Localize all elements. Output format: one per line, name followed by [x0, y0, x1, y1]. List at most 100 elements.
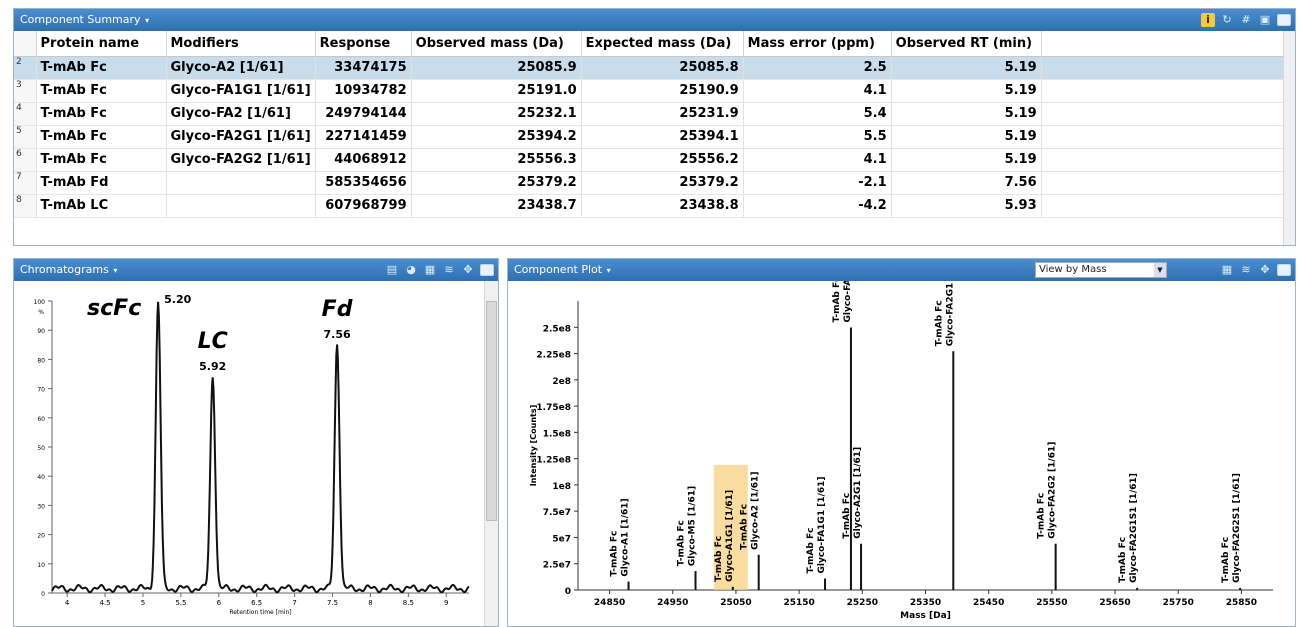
cell-filler: [1041, 56, 1295, 80]
peak-label: T-mAb Fc Glyco-FA1G1 [1/61]: [806, 476, 827, 573]
export-icon[interactable]: ▣: [1258, 13, 1272, 27]
x-tick-label: 25250: [847, 598, 878, 608]
peak-modifier-label: Glyco-A2 [1/61]: [751, 472, 761, 550]
cell-filler: [1041, 171, 1295, 195]
peak-modifier-label: Glyco-FA2G2S1 [1/61]: [1232, 473, 1242, 583]
chrom-minimize-button[interactable]: [480, 264, 494, 276]
column-header-1[interactable]: Modifiers: [166, 31, 316, 57]
column-header-6[interactable]: Observed RT (min): [891, 31, 1042, 57]
cell-protein: T-mAb Fc: [36, 125, 167, 149]
cell-err: -2.1: [743, 171, 892, 195]
column-header-0[interactable]: Protein name: [36, 31, 167, 57]
table-row[interactable]: 8 T-mAb LC 607968799 23438.7 23438.8 -4.2 5.93: [14, 194, 1295, 218]
peak-rt-label: 7.56: [324, 328, 351, 341]
peak-protein-label: T-mAb Fc: [740, 504, 750, 550]
table-row[interactable]: 6 T-mAb Fc Glyco-FA2G2 [1/61] 44068912 25556…: [14, 148, 1295, 172]
cell-protein: T-mAb LC: [36, 194, 167, 218]
y-tick-label: 80: [37, 357, 45, 364]
cell-err: 5.5: [743, 125, 892, 149]
x-tick-label: 9: [444, 599, 448, 607]
cell-protein: T-mAb Fc: [36, 102, 167, 126]
y-tick-label: 2.25e8: [536, 351, 571, 361]
chrom-scrollbar[interactable]: [484, 281, 498, 626]
cell-rt: 5.19: [891, 148, 1042, 172]
plot-move-icon[interactable]: ✥: [1258, 263, 1272, 277]
x-tick-label: 25850: [1226, 598, 1257, 608]
chromatogram-chart[interactable]: 0 10 20 30 40 50 60 70 80 90 100% 4 4.5 5 5.5 6 6.5 7 7.5 8…: [14, 281, 484, 626]
cell-exp: 25085.8: [581, 56, 744, 80]
y-tick-label: 2.5e8: [543, 324, 571, 334]
peak-label: T-mAb Fc Glyco-A1 [1/61]: [610, 498, 631, 576]
cell-resp: 585354656: [315, 171, 412, 195]
cell-rt: 5.19: [891, 79, 1042, 103]
view-by-select[interactable]: View by Mass ▼: [1035, 262, 1167, 278]
component-summary-titlebar: Component Summary ▾ i ↻ # ▣: [14, 9, 1295, 31]
plot-table-icon[interactable]: ▦: [1220, 263, 1234, 277]
x-tick-label: 8: [368, 599, 372, 607]
peak-label: T-mAb FcGlyco-FA2 [1/61]: [832, 281, 853, 322]
x-tick-label: 5.5: [175, 599, 186, 607]
refresh-icon[interactable]: ↻: [1220, 13, 1234, 27]
x-tick-label: 7.5: [327, 599, 338, 607]
column-header-3[interactable]: Observed mass (Da): [411, 31, 582, 57]
peak-protein-label: T-mAb Fc: [610, 531, 620, 577]
column-header-4[interactable]: Expected mass (Da): [581, 31, 744, 57]
cell-n: 4: [14, 102, 37, 126]
cell-exp: 25556.2: [581, 148, 744, 172]
column-header-5[interactable]: Mass error (ppm): [743, 31, 892, 57]
chromatograms-menu[interactable]: Chromatograms ▾: [20, 263, 117, 276]
x-tick-label: 5: [141, 599, 145, 607]
y-tick-label: 30: [37, 503, 45, 510]
peak-modifier-label: Glyco-M5 [1/61]: [688, 486, 698, 566]
hash-icon[interactable]: #: [1239, 13, 1253, 27]
peak-protein-label: T-mAb Fc: [1118, 537, 1128, 583]
minimize-button[interactable]: [1277, 14, 1291, 26]
component-summary-menu[interactable]: Component Summary ▾: [20, 13, 149, 26]
y-tick-label: 1e8: [552, 482, 571, 492]
cell-mod: [166, 171, 316, 195]
table-icon[interactable]: ▦: [423, 263, 437, 277]
x-tick-label: 25050: [720, 598, 751, 608]
table-row[interactable]: 4 T-mAb Fc Glyco-FA2 [1/61] 249794144 25232.…: [14, 102, 1295, 126]
column-header-filler: [1041, 31, 1295, 57]
cell-err: 4.1: [743, 79, 892, 103]
cell-protein: T-mAb Fd: [36, 171, 167, 195]
x-axis-label: Retention time [min]: [229, 609, 291, 616]
cell-n: 8: [14, 194, 37, 218]
print-icon[interactable]: ▤: [385, 263, 399, 277]
table-row[interactable]: 3 T-mAb Fc Glyco-FA1G1 [1/61] 10934782 25191…: [14, 79, 1295, 103]
y-tick-label: 50: [37, 445, 45, 452]
plot-minimize-button[interactable]: [1277, 264, 1291, 276]
cell-resp: 33474175: [315, 56, 412, 80]
summary-scrollbar[interactable]: [1283, 31, 1295, 245]
component-plot-chart[interactable]: 0 2.5e7 5e7 7.5e7 1e8 1.25e8 1.5e8 1.75e8 2e8 2.2…: [508, 281, 1295, 626]
cell-obs: 25379.2: [411, 171, 582, 195]
cell-mod: Glyco-A2 [1/61]: [166, 56, 316, 80]
table-row[interactable]: 2 T-mAb Fc Glyco-A2 [1/61] 33474175 25085.9 2…: [14, 56, 1295, 80]
component-plot-menu[interactable]: Component Plot ▾: [514, 263, 611, 276]
info-icon[interactable]: i: [1201, 13, 1215, 27]
peak-label: T-mAb Fc Glyco-M5 [1/61]: [677, 486, 698, 566]
cell-obs: 25191.0: [411, 79, 582, 103]
cell-obs: 25394.2: [411, 125, 582, 149]
plot-layers-icon[interactable]: ≋: [1239, 263, 1253, 277]
color-icon[interactable]: ◕: [404, 263, 418, 277]
y-tick-label: 2.5e7: [543, 561, 571, 571]
move-icon[interactable]: ✥: [461, 263, 475, 277]
peak-protein-label: T-mAb Fc: [714, 536, 724, 582]
peak-protein-label: T-mAb Fc: [1037, 493, 1047, 539]
cell-protein: T-mAb Fc: [36, 56, 167, 80]
cell-protein: T-mAb Fc: [36, 148, 167, 172]
cell-exp: 23438.8: [581, 194, 744, 218]
cell-resp: 607968799: [315, 194, 412, 218]
cell-obs: 23438.7: [411, 194, 582, 218]
y-tick-label: 1.75e8: [536, 403, 571, 413]
peak-label: T-mAb Fc Glyco-FA2G2 [1/61]: [1037, 442, 1058, 539]
table-row[interactable]: 5 T-mAb Fc Glyco-FA2G1 [1/61] 227141459 2539…: [14, 125, 1295, 149]
table-row[interactable]: 7 T-mAb Fd 585354656 25379.2 25379.2 -2.1 7.56: [14, 171, 1295, 195]
x-tick-label: 4: [65, 599, 70, 607]
peak-modifier-label: Glyco-FA2G1 [1/61]: [945, 281, 955, 346]
column-header-2[interactable]: Response: [315, 31, 412, 57]
layers-icon[interactable]: ≋: [442, 263, 456, 277]
peak-protein-label: T-mAb Fc: [842, 493, 852, 539]
